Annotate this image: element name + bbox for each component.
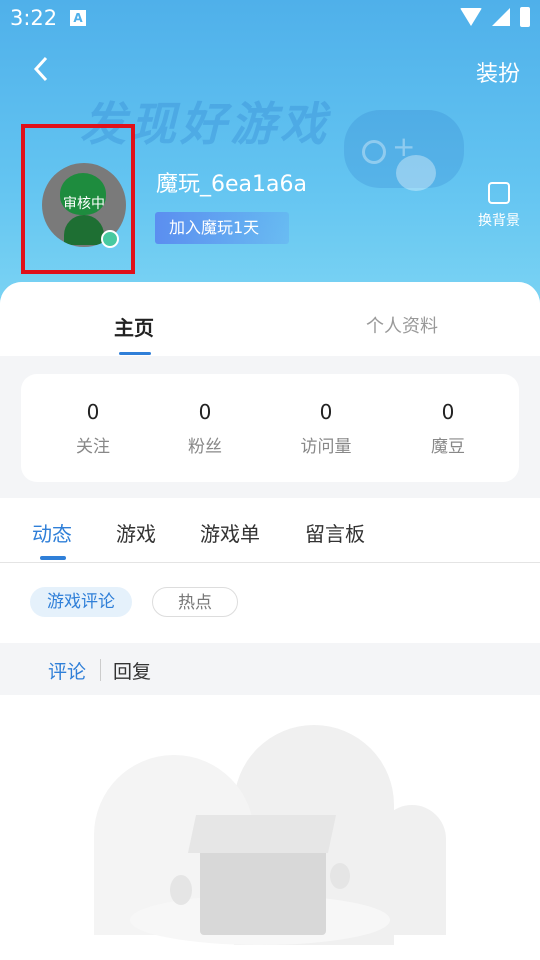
dress-up-button[interactable]: 装扮 (476, 56, 520, 88)
tab-game-lists[interactable]: 游戏单 (200, 518, 260, 547)
stat-visits[interactable]: 0 访问量 (266, 374, 386, 457)
join-duration-badge: 加入魔玩1天 (155, 212, 289, 244)
stat-magic-beans[interactable]: 0 魔豆 (388, 374, 508, 457)
username: 魔玩_6ea1a6a (156, 172, 307, 197)
back-button[interactable] (26, 52, 60, 86)
comment-reply-bar: 评论 回复 (0, 643, 540, 695)
tab-games[interactable]: 游戏 (116, 518, 156, 547)
filter-chips: 游戏评论 热点 (0, 563, 540, 643)
avatar-review-label: 审核中 (63, 196, 105, 212)
tab-activity[interactable]: 动态 (32, 518, 72, 547)
chip-hot[interactable]: 热点 (152, 587, 238, 617)
empty-box-icon (200, 845, 326, 935)
tab-home[interactable]: 主页 (114, 312, 154, 341)
stat-value: 0 (319, 400, 333, 424)
avatar-highlight-box: 审核中 (21, 124, 135, 274)
battery-icon (520, 7, 530, 27)
online-status-icon (101, 230, 119, 248)
change-background-label: 换背景 (478, 213, 520, 229)
tab-activity-indicator (40, 556, 66, 560)
change-background-button[interactable]: 换背景 (474, 182, 524, 230)
tree-icon (330, 863, 350, 889)
signal-icon (492, 8, 510, 26)
divider (100, 659, 101, 681)
profile-main: 主页 个人资料 0 关注 0 粉丝 0 访问量 0 魔豆 动态 游戏 游戏单 留… (0, 282, 540, 960)
profile-header: 发现好游戏 + 3:22 A 装扮 审核中 魔玩_6ea1a6a 加入魔玩1天 … (0, 0, 540, 330)
background-icon (488, 182, 510, 204)
chat-bubble-decoration-icon (396, 155, 436, 191)
stat-follow[interactable]: 0 关注 (33, 374, 153, 457)
chevron-left-icon (33, 56, 48, 82)
tab-comments[interactable]: 评论 (48, 657, 86, 684)
tab-home-indicator (119, 352, 151, 355)
stat-fans[interactable]: 0 粉丝 (145, 374, 265, 457)
tab-replies[interactable]: 回复 (113, 657, 151, 684)
chip-game-reviews[interactable]: 游戏评论 (30, 587, 132, 617)
stats-card: 0 关注 0 粉丝 0 访问量 0 魔豆 (21, 374, 519, 482)
stat-value: 0 (86, 400, 100, 424)
stat-value: 0 (441, 400, 455, 424)
tree-icon (170, 875, 192, 905)
tab-message-board[interactable]: 留言板 (305, 518, 365, 547)
avatar-body-icon (64, 215, 104, 245)
empty-state (0, 695, 540, 960)
notification-a-icon: A (70, 10, 86, 26)
stat-label: 关注 (76, 437, 110, 457)
sub-tabs: 动态 游戏 游戏单 留言板 (0, 498, 540, 563)
stat-label: 魔豆 (431, 437, 465, 457)
status-time: 3:22 (10, 6, 58, 30)
tab-profile[interactable]: 个人资料 (366, 312, 438, 338)
stat-label: 访问量 (300, 437, 352, 457)
stat-value: 0 (198, 400, 212, 424)
status-bar: 3:22 A (0, 0, 540, 36)
wifi-icon (460, 8, 482, 26)
empty-box-lid-icon (187, 815, 337, 853)
top-tabs: 主页 个人资料 (0, 282, 540, 356)
gamepad-button-icon (362, 140, 386, 164)
stat-label: 粉丝 (188, 437, 222, 457)
system-icons (460, 7, 530, 27)
